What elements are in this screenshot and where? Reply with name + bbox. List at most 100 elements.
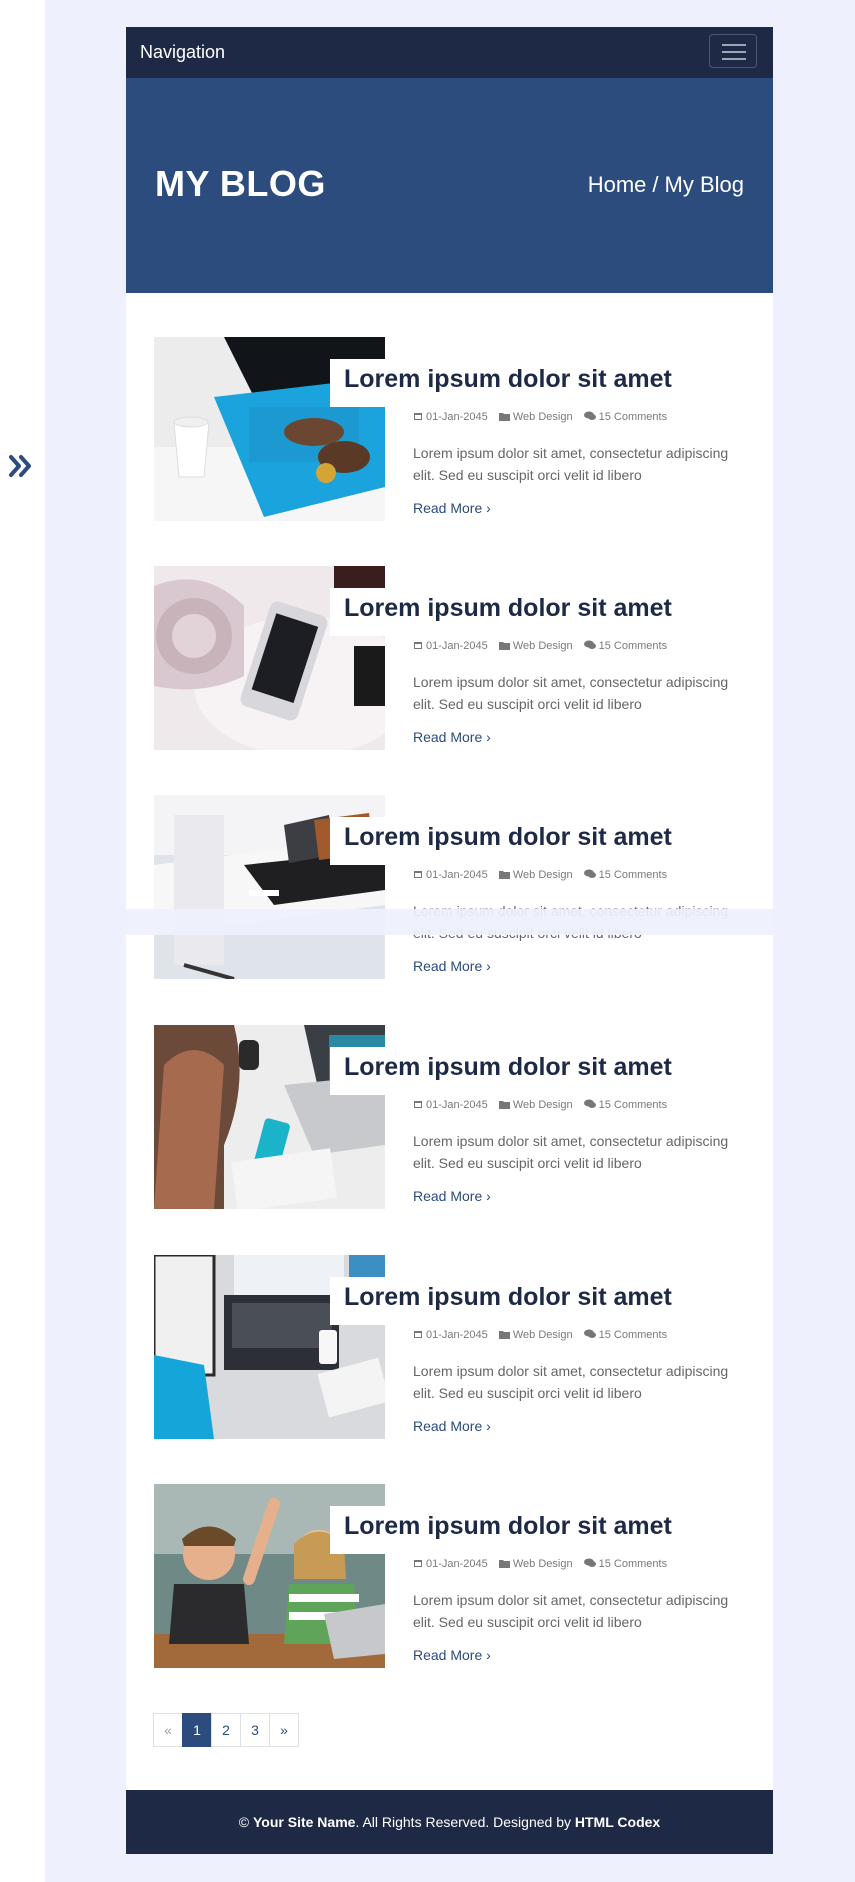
read-more-link[interactable]: Read More › bbox=[413, 1647, 491, 1663]
post-meta: 01-Jan-2045 Web Design 15 Comments bbox=[413, 640, 675, 653]
read-more-label: Read More bbox=[413, 729, 483, 745]
hamburger-icon[interactable] bbox=[709, 34, 757, 68]
folder-icon bbox=[498, 641, 510, 653]
calendar-icon bbox=[413, 640, 423, 653]
post-comments[interactable]: 15 Comments bbox=[599, 1099, 667, 1111]
breadcrumb-current: My Blog bbox=[664, 172, 744, 197]
double-chevron-right-icon[interactable] bbox=[8, 452, 36, 480]
post-title-box: Lorem ipsum dolor sit amet bbox=[330, 817, 745, 865]
post-title-box: Lorem ipsum dolor sit amet bbox=[330, 359, 745, 407]
breadcrumb: Home / My Blog bbox=[588, 172, 744, 198]
post-comments[interactable]: 15 Comments bbox=[599, 1558, 667, 1570]
blog-post: Lorem ipsum dolor sit amet 01-Jan-2045 W… bbox=[154, 566, 745, 750]
post-excerpt: Lorem ipsum dolor sit amet, consectetur … bbox=[413, 1363, 729, 1401]
post-title-box: Lorem ipsum dolor sit amet bbox=[330, 1277, 745, 1325]
post-title[interactable]: Lorem ipsum dolor sit amet bbox=[344, 1512, 672, 1541]
folder-icon bbox=[498, 412, 510, 424]
post-date: 01-Jan-2045 bbox=[426, 640, 488, 653]
chevron-right-icon: › bbox=[486, 958, 491, 974]
blog-post: Lorem ipsum dolor sit amet 01-Jan-2045 W… bbox=[154, 337, 745, 521]
navbar-brand[interactable]: Navigation bbox=[140, 42, 225, 63]
page-container: Navigation MY BLOG Home / My Blog Lorem … bbox=[126, 27, 773, 1854]
post-comments[interactable]: 15 Comments bbox=[599, 1329, 667, 1341]
read-more-link[interactable]: Read More › bbox=[413, 1418, 491, 1434]
post-title-box: Lorem ipsum dolor sit amet bbox=[330, 1047, 745, 1095]
post-category[interactable]: Web Design bbox=[513, 640, 573, 652]
blog-post: Lorem ipsum dolor sit amet 01-Jan-2045 W… bbox=[154, 1255, 745, 1439]
footer-site-name[interactable]: Your Site Name bbox=[253, 1814, 355, 1830]
copyright-symbol: © bbox=[238, 1814, 250, 1830]
comments-icon bbox=[583, 1099, 596, 1112]
post-comments[interactable]: 15 Comments bbox=[599, 411, 667, 423]
footer-designer-link[interactable]: HTML Codex bbox=[575, 1814, 660, 1830]
blog-post: Lorem ipsum dolor sit amet 01-Jan-2045 W… bbox=[154, 1025, 745, 1209]
post-comments[interactable]: 15 Comments bbox=[599, 869, 667, 881]
comments-icon bbox=[583, 1558, 596, 1571]
breadcrumb-home[interactable]: Home bbox=[588, 172, 647, 197]
post-title-box: Lorem ipsum dolor sit amet bbox=[330, 1506, 745, 1554]
post-category[interactable]: Web Design bbox=[513, 411, 573, 423]
pagination-page-1[interactable]: 1 bbox=[182, 1713, 212, 1747]
page-title: MY BLOG bbox=[155, 163, 326, 204]
post-title[interactable]: Lorem ipsum dolor sit amet bbox=[344, 594, 672, 623]
read-more-label: Read More bbox=[413, 1418, 483, 1434]
post-comments[interactable]: 15 Comments bbox=[599, 640, 667, 652]
post-date: 01-Jan-2045 bbox=[426, 1099, 488, 1112]
chevron-right-icon: › bbox=[486, 500, 491, 516]
pagination-next[interactable]: » bbox=[269, 1713, 299, 1747]
post-meta: 01-Jan-2045 Web Design 15 Comments bbox=[413, 869, 675, 882]
post-date: 01-Jan-2045 bbox=[426, 869, 488, 882]
post-excerpt: Lorem ipsum dolor sit amet, consectetur … bbox=[413, 445, 729, 483]
blog-post: Lorem ipsum dolor sit amet 01-Jan-2045 W… bbox=[154, 1484, 745, 1668]
comments-icon bbox=[583, 1329, 596, 1342]
read-more-link[interactable]: Read More › bbox=[413, 958, 491, 974]
footer: © Your Site Name. All Rights Reserved. D… bbox=[126, 1790, 773, 1854]
pagination: « 1 2 3 » bbox=[153, 1713, 299, 1747]
navbar: Navigation bbox=[126, 27, 773, 78]
read-more-label: Read More bbox=[413, 1647, 483, 1663]
pagination-page-3[interactable]: 3 bbox=[240, 1713, 270, 1747]
post-title[interactable]: Lorem ipsum dolor sit amet bbox=[344, 365, 672, 394]
chevron-right-icon: › bbox=[486, 1418, 491, 1434]
chevron-right-icon: › bbox=[486, 1188, 491, 1204]
folder-icon bbox=[498, 1559, 510, 1571]
read-more-link[interactable]: Read More › bbox=[413, 1188, 491, 1204]
blog-post: Lorem ipsum dolor sit amet 01-Jan-2045 W… bbox=[154, 795, 745, 979]
post-meta: 01-Jan-2045 Web Design 15 Comments bbox=[413, 1558, 675, 1571]
read-more-link[interactable]: Read More › bbox=[413, 729, 491, 745]
page-header: MY BLOG Home / My Blog bbox=[126, 78, 773, 293]
breadcrumb-separator: / bbox=[652, 172, 659, 197]
left-gutter bbox=[0, 0, 45, 1882]
comments-icon bbox=[583, 640, 596, 653]
post-meta: 01-Jan-2045 Web Design 15 Comments bbox=[413, 1329, 675, 1342]
post-excerpt: Lorem ipsum dolor sit amet, consectetur … bbox=[413, 674, 729, 712]
pagination-prev[interactable]: « bbox=[153, 1713, 183, 1747]
overlay-band bbox=[126, 909, 773, 935]
post-meta: 01-Jan-2045 Web Design 15 Comments bbox=[413, 1099, 675, 1112]
post-excerpt: Lorem ipsum dolor sit amet, consectetur … bbox=[413, 1592, 729, 1630]
calendar-icon bbox=[413, 869, 423, 882]
post-category[interactable]: Web Design bbox=[513, 869, 573, 881]
chevron-right-icon: › bbox=[486, 1647, 491, 1663]
post-title[interactable]: Lorem ipsum dolor sit amet bbox=[344, 823, 672, 852]
pagination-page-2[interactable]: 2 bbox=[211, 1713, 241, 1747]
post-title-box: Lorem ipsum dolor sit amet bbox=[330, 588, 745, 636]
post-category[interactable]: Web Design bbox=[513, 1329, 573, 1341]
calendar-icon bbox=[413, 411, 423, 424]
folder-icon bbox=[498, 1330, 510, 1342]
comments-icon bbox=[583, 411, 596, 424]
post-title[interactable]: Lorem ipsum dolor sit amet bbox=[344, 1053, 672, 1082]
calendar-icon bbox=[413, 1558, 423, 1571]
chevron-right-icon: › bbox=[486, 729, 491, 745]
folder-icon bbox=[498, 1100, 510, 1112]
post-title[interactable]: Lorem ipsum dolor sit amet bbox=[344, 1283, 672, 1312]
read-more-label: Read More bbox=[413, 958, 483, 974]
post-category[interactable]: Web Design bbox=[513, 1099, 573, 1111]
read-more-link[interactable]: Read More › bbox=[413, 500, 491, 516]
post-date: 01-Jan-2045 bbox=[426, 1329, 488, 1342]
post-date: 01-Jan-2045 bbox=[426, 1558, 488, 1571]
footer-rights: . All Rights Reserved. Designed by bbox=[355, 1814, 571, 1830]
post-date: 01-Jan-2045 bbox=[426, 411, 488, 424]
read-more-label: Read More bbox=[413, 500, 483, 516]
post-category[interactable]: Web Design bbox=[513, 1558, 573, 1570]
